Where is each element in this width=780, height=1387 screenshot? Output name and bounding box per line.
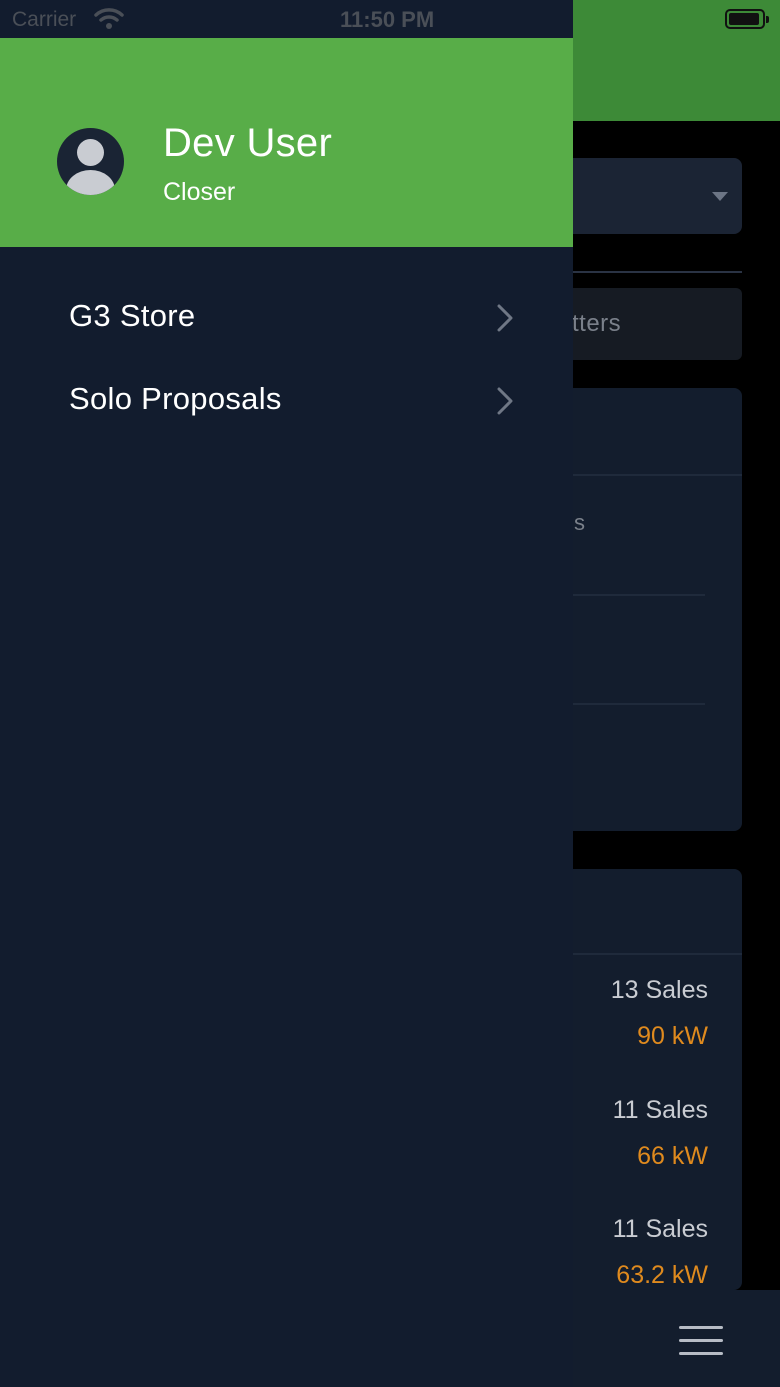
sales-kw: 66 kW xyxy=(637,1142,708,1170)
filters-label: tters xyxy=(572,310,622,337)
divider xyxy=(560,703,705,705)
menu-item-solo-proposals[interactable]: Solo Proposals xyxy=(0,361,573,441)
avatar-head xyxy=(77,139,104,166)
status-bar: Carrier 11:50 PM xyxy=(0,0,780,38)
menu-item-g3-store[interactable]: G3 Store xyxy=(0,278,573,358)
leaderboard-card: 13 Sales 90 kW 11 Sales 66 kW 11 Sales 6… xyxy=(560,869,742,1290)
sales-count: 11 Sales xyxy=(612,1096,708,1124)
summary-card-label: s xyxy=(574,510,585,535)
leaderboard-row[interactable]: 11 Sales 66 kW xyxy=(613,1093,708,1173)
sales-count: 11 Sales xyxy=(612,1215,708,1243)
divider xyxy=(560,953,742,955)
clock: 11:50 PM xyxy=(340,7,435,32)
user-role: Closer xyxy=(163,178,236,206)
divider xyxy=(560,474,742,476)
menu-item-label: G3 Store xyxy=(69,298,196,333)
divider xyxy=(560,271,742,273)
wifi-icon xyxy=(94,8,124,29)
bottom-bar xyxy=(560,1290,780,1387)
avatar xyxy=(57,128,124,195)
period-select[interactable] xyxy=(560,158,742,234)
sales-count: 13 Sales xyxy=(610,976,708,1004)
carrier-label: Carrier xyxy=(12,8,77,31)
divider xyxy=(560,594,705,596)
avatar-body xyxy=(66,170,115,195)
sales-kw: 90 kW xyxy=(637,1022,708,1050)
chevron-right-icon xyxy=(497,387,513,415)
user-name: Dev User xyxy=(163,121,333,165)
sales-kw: 63.2 kW xyxy=(616,1261,708,1289)
caret-down-icon xyxy=(712,192,728,201)
menu-item-label: Solo Proposals xyxy=(69,381,282,416)
summary-card: s xyxy=(560,388,742,831)
filters-button[interactable]: tters xyxy=(560,288,742,360)
side-drawer: Dev User Closer G3 Store Solo Proposals xyxy=(0,0,573,1387)
leaderboard-row[interactable]: 11 Sales 63.2 kW xyxy=(613,1212,708,1292)
hamburger-menu-icon[interactable] xyxy=(679,1326,725,1356)
leaderboard-row[interactable]: 13 Sales 90 kW xyxy=(611,973,708,1053)
chevron-right-icon xyxy=(497,304,513,332)
drawer-header: Dev User Closer xyxy=(0,38,573,247)
battery-icon xyxy=(725,9,769,29)
